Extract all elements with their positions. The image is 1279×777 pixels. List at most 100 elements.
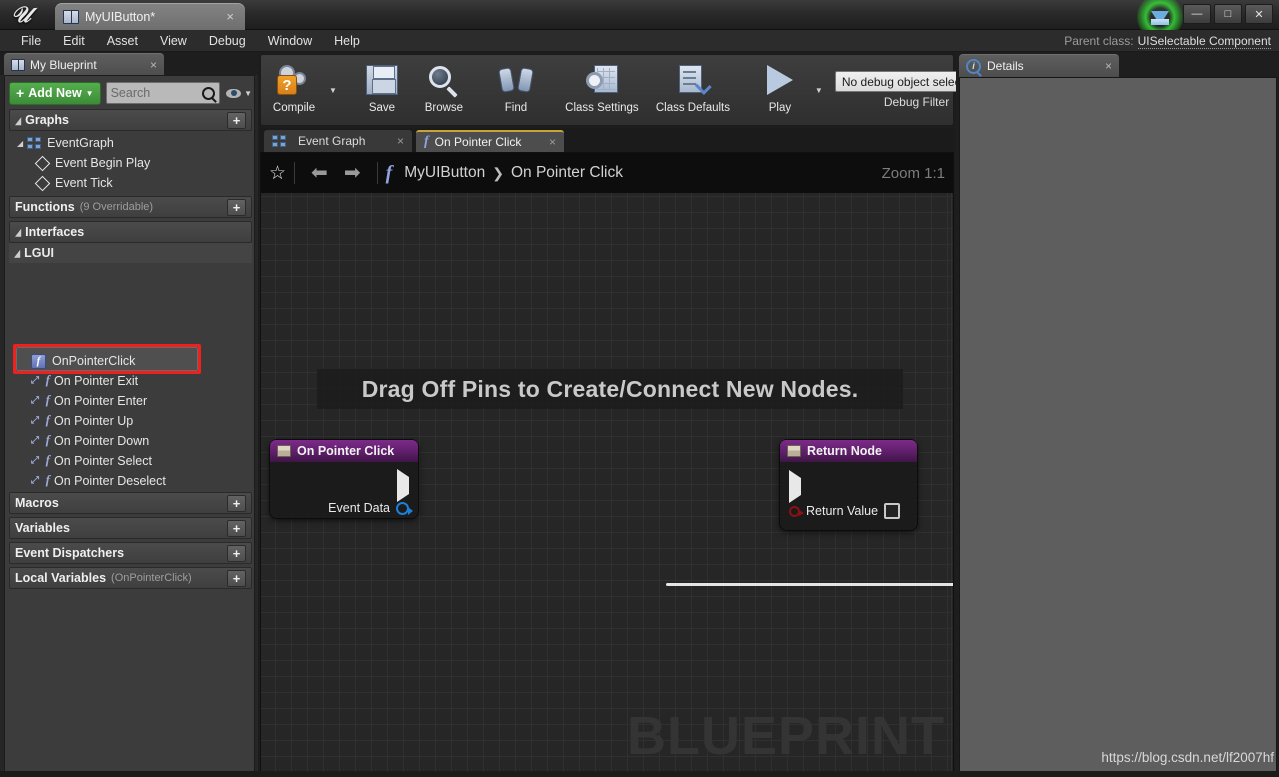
menu-item-file[interactable]: File [10, 30, 52, 52]
parent-class-label: Parent class: [1064, 34, 1134, 48]
section-functions[interactable]: Functions (9 Overridable) + [9, 196, 252, 218]
toolbar-group-class: Class Settings Class Defaults [555, 55, 741, 125]
my-blueprint-tab-close-icon[interactable]: × [150, 58, 157, 72]
tab-on-pointer-click[interactable]: f On Pointer Click × [416, 130, 564, 152]
object-pin-icon [396, 501, 413, 515]
tab-event-graph-close-icon[interactable]: × [397, 134, 404, 148]
node-body: Return Value [780, 462, 917, 530]
title-bar: 𝒰 MyUIButton* × — □ ✕ [0, 0, 1279, 40]
expand-triangle-icon: ◢ [17, 138, 24, 148]
parent-class-value[interactable]: UISelectable Component [1137, 34, 1271, 49]
on-pointer-deselect-label: On Pointer Deselect [54, 474, 166, 488]
debug-filter-label: Debug Filter [883, 95, 950, 109]
tree-item-event-begin-play[interactable]: Event Begin Play [34, 153, 150, 173]
section-macros-label: Macros [15, 496, 59, 510]
minimize-button[interactable]: — [1183, 4, 1211, 24]
class-settings-button[interactable]: Class Settings [557, 55, 647, 125]
section-local-variables[interactable]: Local Variables (OnPointerClick) + [9, 567, 252, 589]
find-button[interactable]: Find [485, 55, 547, 125]
favorite-star-icon[interactable]: ☆ [269, 164, 286, 183]
tree-item-on-pointer-down[interactable]: ⤢ f On Pointer Down [31, 431, 149, 451]
tree-item-on-pointer-enter[interactable]: ⤢ f On Pointer Enter [31, 391, 147, 411]
interface-group-label: LGUI [24, 246, 55, 260]
compile-options-caret-icon[interactable]: ▼ [325, 86, 341, 95]
menu-item-help[interactable]: Help [323, 30, 371, 52]
section-functions-label: Functions [15, 200, 75, 214]
search-input[interactable]: Search [105, 82, 221, 104]
tree-item-on-pointer-deselect[interactable]: ⤢ f On Pointer Deselect [31, 471, 166, 491]
tree-item-on-pointer-up[interactable]: ⤢ f On Pointer Up [31, 411, 133, 431]
compile-button[interactable]: ? Compile [263, 55, 325, 125]
event-function-icon: ⤢ f [31, 412, 50, 427]
add-event-dispatcher-button[interactable]: + [227, 544, 246, 562]
document-tab[interactable]: MyUIButton* × [55, 3, 245, 30]
section-event-dispatchers[interactable]: Event Dispatchers + [9, 542, 252, 564]
add-function-button[interactable]: + [227, 198, 246, 216]
close-button[interactable]: ✕ [1245, 4, 1273, 24]
save-label: Save [368, 102, 396, 114]
interface-group-lgui[interactable]: ◢ LGUI [9, 243, 252, 263]
menu-item-window[interactable]: Window [257, 30, 323, 52]
section-graphs[interactable]: ◢ Graphs + [9, 109, 252, 131]
tree-item-on-pointer-select[interactable]: ⤢ f On Pointer Select [31, 451, 152, 471]
tab-my-blueprint[interactable]: My Blueprint × [4, 53, 164, 75]
menu-item-debug[interactable]: Debug [198, 30, 257, 52]
divider [294, 162, 296, 184]
section-variables[interactable]: Variables + [9, 517, 252, 539]
add-macro-button[interactable]: + [227, 494, 246, 512]
node-return[interactable]: Return Node Return Value [780, 440, 917, 530]
tree-item-onpointerclick[interactable]: f OnPointerClick [31, 351, 135, 371]
breadcrumb-root[interactable]: MyUIButton [404, 164, 485, 182]
class-defaults-button[interactable]: Class Defaults [647, 55, 739, 125]
tree-item-on-pointer-exit[interactable]: ⤢ f On Pointer Exit [31, 371, 138, 391]
visibility-options-button[interactable]: ▼ [225, 87, 252, 99]
node-exec-input-pin[interactable] [789, 470, 801, 503]
details-tab-close-icon[interactable]: × [1105, 59, 1112, 73]
tab-details[interactable]: i Details × [959, 54, 1119, 77]
node-pin-event-data[interactable]: Event Data [328, 501, 413, 515]
tab-on-pointer-click-close-icon[interactable]: × [549, 135, 556, 149]
play-button[interactable]: Play [749, 55, 811, 125]
section-interfaces[interactable]: ◢ Interfaces [9, 221, 252, 243]
add-local-variable-button[interactable]: + [227, 569, 246, 587]
menu-item-asset[interactable]: Asset [96, 30, 149, 52]
document-tab-close-icon[interactable]: × [223, 9, 237, 24]
menu-item-edit[interactable]: Edit [52, 30, 96, 52]
node-pin-return-value[interactable]: Return Value [789, 503, 901, 519]
details-content: https://blog.csdn.net/lf2007hf [959, 77, 1277, 774]
pin-label-return-value: Return Value [806, 504, 879, 518]
section-macros[interactable]: Macros + [9, 492, 252, 514]
function-icon: f [31, 353, 46, 369]
toolbar-group-find: Find [483, 55, 549, 125]
tab-event-graph[interactable]: Event Graph × [264, 130, 412, 152]
search-icon [202, 86, 216, 100]
expand-triangle-icon: ◢ [15, 114, 22, 126]
add-new-button[interactable]: + Add New ▼ [9, 81, 101, 105]
return-value-checkbox[interactable] [884, 503, 901, 519]
section-event-dispatchers-label: Event Dispatchers [15, 546, 125, 560]
event-function-icon: ⤢ f [31, 452, 50, 467]
tree-item-event-tick[interactable]: Event Tick [34, 173, 113, 193]
zoom-level-label: Zoom 1:1 [881, 164, 945, 182]
expand-triangle-icon: ◢ [15, 226, 22, 238]
blueprint-toolbar: ? Compile ▼ Save Browse Find Class Setti… [260, 54, 999, 126]
add-variable-button[interactable]: + [227, 519, 246, 537]
event-graph-icon [27, 137, 42, 149]
menu-item-view[interactable]: View [149, 30, 198, 52]
window-controls: — □ ✕ [1183, 4, 1273, 24]
add-graph-button[interactable]: + [227, 111, 246, 129]
event-node-icon [787, 445, 801, 457]
tree-item-eventgraph[interactable]: ◢ EventGraph [17, 133, 114, 153]
eventgraph-label: EventGraph [47, 136, 114, 150]
navigate-forward-icon[interactable]: ➡ [336, 163, 369, 183]
save-button[interactable]: Save [351, 55, 413, 125]
node-exec-output-pin[interactable] [397, 469, 409, 502]
on-pointer-exit-label: On Pointer Exit [54, 374, 139, 388]
node-on-pointer-click[interactable]: On Pointer Click Event Data [270, 440, 418, 518]
maximize-button[interactable]: □ [1214, 4, 1242, 24]
navigate-back-icon[interactable]: ⬅ [303, 163, 336, 183]
play-options-caret-icon[interactable]: ▼ [811, 86, 827, 95]
details-panel: i Details × https://blog.csdn.net/lf2007… [956, 52, 1279, 777]
blueprint-graph-canvas[interactable]: ☆ ⬅ ➡ f MyUIButton ❯ On Pointer Click Zo… [260, 152, 954, 776]
browse-button[interactable]: Browse [413, 55, 475, 125]
